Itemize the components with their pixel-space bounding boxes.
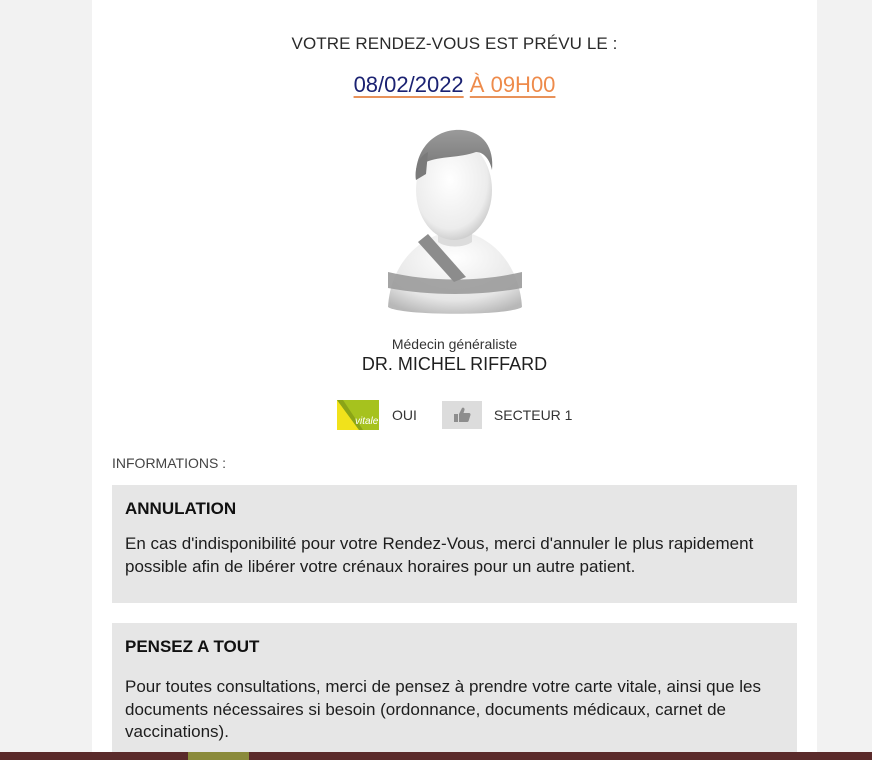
doctor-avatar-icon bbox=[380, 122, 530, 322]
appointment-card: VOTRE RENDEZ-VOUS EST PRÉVU LE : 08/02/2… bbox=[92, 0, 817, 760]
panel-text: En cas d'indisponibilité pour votre Rend… bbox=[125, 534, 754, 576]
panel-title: ANNULATION bbox=[125, 499, 237, 518]
svg-text:vitale: vitale bbox=[355, 416, 379, 427]
doctor-specialty: Médecin généraliste bbox=[391, 336, 518, 352]
vitale-card-icon: vitale bbox=[337, 400, 379, 430]
info-panel-annulation: ANNULATION En cas d'indisponibilité pour… bbox=[112, 485, 797, 603]
appointment-date: 08/02/2022 bbox=[353, 72, 464, 97]
appointment-datetime: 08/02/2022 À 09H00 bbox=[92, 72, 817, 98]
panel-title: PENSEZ A TOUT bbox=[125, 637, 260, 656]
doctor-name: DR. MICHEL RIFFARD bbox=[361, 354, 548, 374]
appointment-heading: VOTRE RENDEZ-VOUS EST PRÉVU LE : bbox=[291, 34, 618, 53]
informations-label: INFORMATIONS : bbox=[112, 455, 227, 471]
footer-accent bbox=[188, 752, 249, 760]
doctor-badges: vitale OUI SECTEUR 1 bbox=[337, 400, 572, 430]
sector-value: SECTEUR 1 bbox=[493, 407, 573, 423]
footer-bar bbox=[0, 752, 872, 760]
vitale-status: OUI bbox=[392, 407, 417, 423]
info-panel-pensez-a-tout: PENSEZ A TOUT Pour toutes consultations,… bbox=[112, 623, 797, 760]
thumbs-up-icon bbox=[441, 401, 482, 429]
panel-text: Pour toutes consultations, merci de pens… bbox=[125, 677, 761, 741]
appointment-time: À 09H00 bbox=[469, 72, 556, 97]
